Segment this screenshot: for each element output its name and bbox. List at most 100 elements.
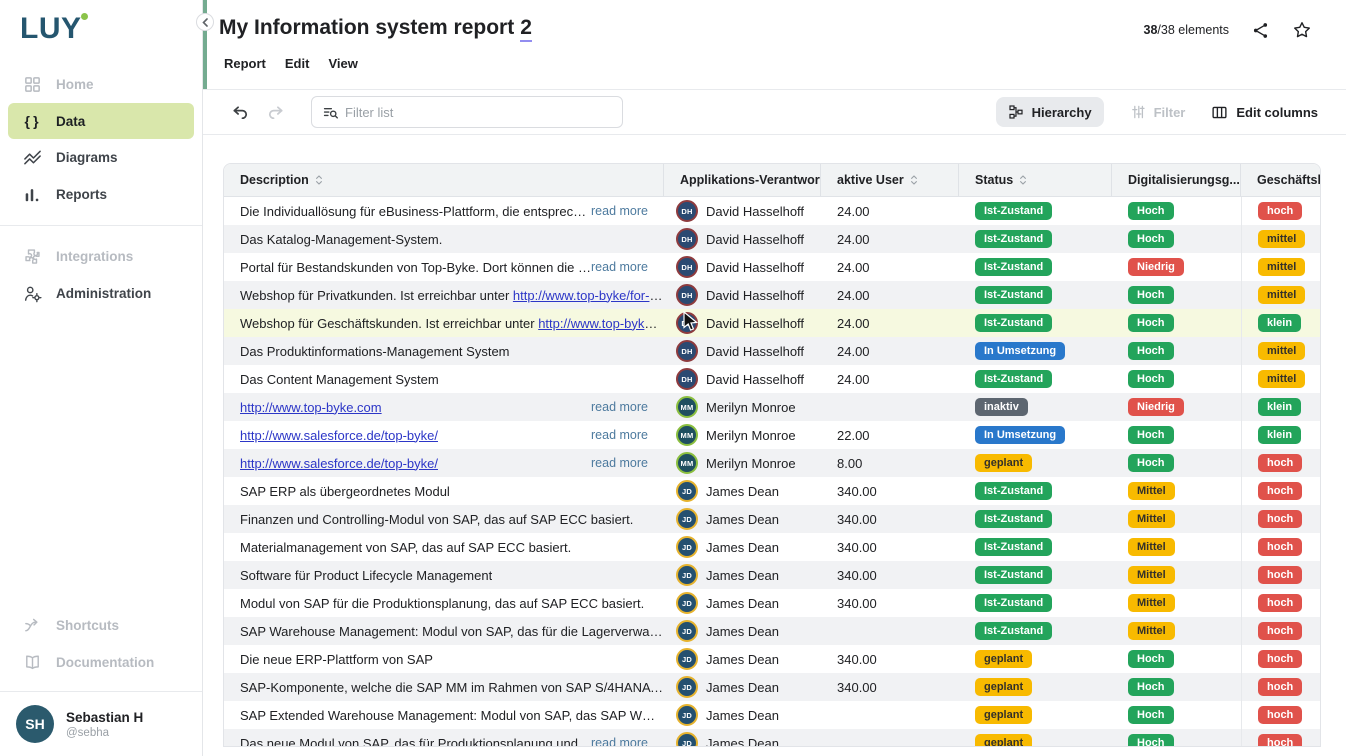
avatar: DH bbox=[676, 340, 698, 362]
menu-view[interactable]: View bbox=[328, 56, 357, 71]
avatar: JD bbox=[676, 564, 698, 586]
description-link[interactable]: http://www.salesforce.de/top-byke/ bbox=[240, 428, 438, 443]
read-more-link[interactable]: read more bbox=[591, 456, 664, 470]
undo-button[interactable] bbox=[227, 99, 254, 126]
description-cell: Das Content Management System bbox=[224, 365, 664, 393]
owner-cell: JDJames Dean bbox=[664, 617, 821, 645]
table-row[interactable]: Software für Product Lifecycle Managemen… bbox=[224, 561, 1320, 589]
description-cell: http://www.top-byke.com read more bbox=[224, 393, 664, 421]
description-cell: Das Produktinformations-Management Syste… bbox=[224, 337, 664, 365]
page-title[interactable]: My Information system report2 bbox=[219, 16, 532, 40]
owner-name: James Dean bbox=[706, 512, 779, 527]
column-header-0[interactable]: Description bbox=[224, 164, 664, 196]
menu-edit[interactable]: Edit bbox=[285, 56, 310, 71]
table-row[interactable]: SAP Warehouse Management: Modul von SAP,… bbox=[224, 617, 1320, 645]
description-cell: Finanzen und Controlling-Modul von SAP, … bbox=[224, 505, 664, 533]
description-link[interactable]: http://www.salesforce.de/top-byke/ bbox=[240, 456, 438, 471]
table-row[interactable]: Die Individuallösung für eBusiness-Platt… bbox=[224, 197, 1320, 225]
sidebar-footer-nav: Shortcuts Documentation bbox=[0, 607, 202, 681]
digi-badge: Hoch bbox=[1128, 678, 1174, 696]
table-row[interactable]: Portal für Bestandskunden von Top-Byke. … bbox=[224, 253, 1320, 281]
sidebar-item-integrations[interactable]: Integrations bbox=[0, 238, 202, 275]
edit-columns-button[interactable]: Edit columns bbox=[1211, 104, 1318, 121]
share-button[interactable] bbox=[1251, 21, 1270, 40]
elements-count-bold: 38 bbox=[1144, 23, 1158, 37]
table-row[interactable]: Das Content Management SystemDHDavid Has… bbox=[224, 365, 1320, 393]
read-more-link[interactable]: read more bbox=[591, 400, 664, 414]
bar-chart-icon bbox=[22, 185, 42, 205]
hierarchy-button[interactable]: Hierarchy bbox=[996, 97, 1104, 127]
read-more-link[interactable]: read more bbox=[591, 428, 664, 442]
digi-cell: Hoch bbox=[1112, 449, 1241, 477]
table-row[interactable]: SAP ERP als übergeordnetes ModulJDJames … bbox=[224, 477, 1320, 505]
crit-badge: mittel bbox=[1258, 230, 1305, 248]
digi-cell: Hoch bbox=[1112, 673, 1241, 701]
owner-name: James Dean bbox=[706, 596, 779, 611]
sort-icon bbox=[910, 174, 918, 186]
digi-cell: Hoch bbox=[1112, 365, 1241, 393]
filter-list-input[interactable] bbox=[345, 105, 612, 120]
read-more-link[interactable]: read more bbox=[591, 736, 664, 747]
digi-badge: Hoch bbox=[1128, 426, 1174, 444]
description-link[interactable]: http://www.top-byke/business/ bbox=[538, 316, 664, 331]
avatar: JD bbox=[676, 704, 698, 726]
crit-cell: hoch bbox=[1241, 533, 1321, 561]
crit-cell: hoch bbox=[1241, 561, 1321, 589]
sidebar-collapse-button[interactable] bbox=[196, 13, 214, 31]
sidebar-item-shortcuts[interactable]: Shortcuts bbox=[0, 607, 202, 644]
description-cell: Das Katalog-Management-System. bbox=[224, 225, 664, 253]
table-row[interactable]: Webshop für Privatkunden. Ist erreichbar… bbox=[224, 281, 1320, 309]
table-row[interactable]: Das neue Modul von SAP, das für Produkti… bbox=[224, 729, 1320, 747]
read-more-link[interactable]: read more bbox=[591, 260, 664, 274]
crit-cell: mittel bbox=[1241, 337, 1321, 365]
sidebar-item-home[interactable]: Home bbox=[0, 66, 202, 103]
page-header: My Information system report2 38/38 elem… bbox=[203, 0, 1346, 89]
column-header-3[interactable]: Status bbox=[959, 164, 1112, 196]
table-row[interactable]: Finanzen und Controlling-Modul von SAP, … bbox=[224, 505, 1320, 533]
user-block[interactable]: SH Sebastian H @sebha bbox=[0, 691, 202, 756]
column-header-1[interactable]: Applikations-Verantwort... bbox=[664, 164, 821, 196]
table-row[interactable]: http://www.salesforce.de/top-byke/read m… bbox=[224, 449, 1320, 477]
sidebar-item-documentation[interactable]: Documentation bbox=[0, 644, 202, 681]
status-cell: geplant bbox=[959, 729, 1112, 747]
status-badge: In Umsetzung bbox=[975, 426, 1065, 444]
sidebar-item-reports[interactable]: Reports bbox=[0, 176, 202, 213]
table-row[interactable]: Das Katalog-Management-System.DHDavid Ha… bbox=[224, 225, 1320, 253]
table-row[interactable]: Modul von SAP für die Produktionsplanung… bbox=[224, 589, 1320, 617]
table-row[interactable]: http://www.salesforce.de/top-byke/read m… bbox=[224, 421, 1320, 449]
status-cell: Ist-Zustand bbox=[959, 253, 1112, 281]
hierarchy-button-label: Hierarchy bbox=[1032, 105, 1092, 120]
redo-button[interactable] bbox=[262, 99, 289, 126]
owner-cell: MMMerilyn Monroe bbox=[664, 393, 821, 421]
sidebar-item-diagrams[interactable]: Diagrams bbox=[0, 139, 202, 176]
description-text: SAP Warehouse Management: Modul von SAP,… bbox=[240, 624, 664, 639]
filter-button[interactable]: Filter bbox=[1130, 104, 1186, 120]
sidebar-item-data[interactable]: { } Data bbox=[8, 103, 194, 139]
menu-report[interactable]: Report bbox=[224, 56, 266, 71]
table-row[interactable]: Webshop für Geschäftskunden. Ist erreich… bbox=[224, 309, 1320, 337]
table-row[interactable]: SAP-Komponente, welche die SAP MM im Rah… bbox=[224, 673, 1320, 701]
table-row[interactable]: SAP Extended Warehouse Management: Modul… bbox=[224, 701, 1320, 729]
column-header-2[interactable]: aktive User bbox=[821, 164, 959, 196]
table-row[interactable]: Materialmanagement von SAP, das auf SAP … bbox=[224, 533, 1320, 561]
description-cell: Webshop für Privatkunden. Ist erreichbar… bbox=[224, 281, 664, 309]
column-header-5[interactable]: Geschäftskritik bbox=[1241, 164, 1321, 196]
hierarchy-icon bbox=[1008, 104, 1024, 120]
crit-badge: hoch bbox=[1258, 706, 1302, 724]
read-more-link[interactable]: read more bbox=[591, 204, 664, 218]
sidebar-item-label: Reports bbox=[56, 187, 107, 202]
description-link[interactable]: http://www.top-byke/for-you/ bbox=[513, 288, 664, 303]
table-row[interactable]: http://www.top-byke.com read moreMMMerily… bbox=[224, 393, 1320, 421]
table-row[interactable]: Die neue ERP-Plattform von SAPJDJames De… bbox=[224, 645, 1320, 673]
sidebar-item-administration[interactable]: Administration bbox=[0, 275, 202, 312]
status-cell: Ist-Zustand bbox=[959, 533, 1112, 561]
filter-list-field[interactable] bbox=[311, 96, 623, 128]
digi-cell: Hoch bbox=[1112, 701, 1241, 729]
description-cell: Die neue ERP-Plattform von SAP bbox=[224, 645, 664, 673]
column-header-4[interactable]: Digitalisierungsg... bbox=[1112, 164, 1241, 196]
description-link[interactable]: http://www.top-byke.com bbox=[240, 400, 382, 415]
favorite-button[interactable] bbox=[1292, 20, 1312, 40]
status-cell: geplant bbox=[959, 645, 1112, 673]
table-row[interactable]: Das Produktinformations-Management Syste… bbox=[224, 337, 1320, 365]
digi-badge: Niedrig bbox=[1128, 258, 1184, 276]
